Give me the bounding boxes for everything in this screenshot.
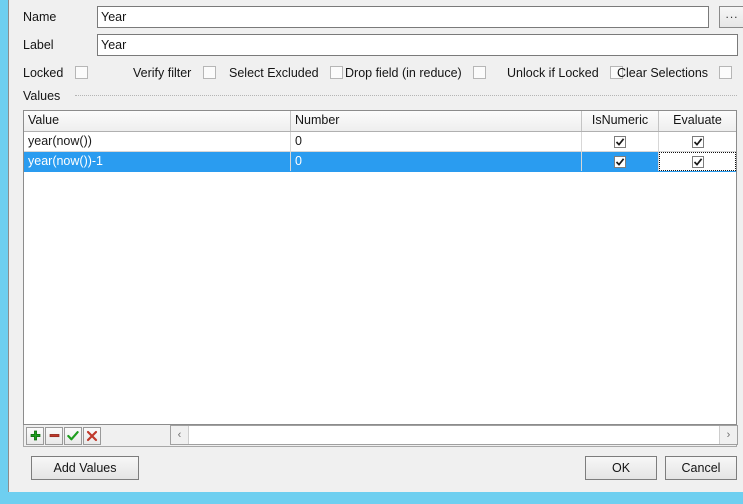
flag-unlock-if-locked-label: Unlock if Locked <box>507 66 599 80</box>
cell-value[interactable]: year(now()) <box>24 132 291 151</box>
window-bottom-accent-border <box>0 492 743 504</box>
add-row-button[interactable] <box>26 426 44 445</box>
window-left-accent-border <box>0 0 8 504</box>
cell-isnumeric[interactable] <box>582 132 659 151</box>
values-grid-toolbar: ‹ › <box>23 425 738 447</box>
cell-number[interactable]: 0 <box>291 132 582 151</box>
checkbox-checked-icon[interactable] <box>614 155 626 168</box>
checkbox-checked-icon[interactable] <box>614 135 626 148</box>
values-group-title: Values <box>23 89 61 103</box>
flag-clear-selections-checkbox[interactable] <box>719 65 733 79</box>
values-grid-empty-area[interactable] <box>24 172 736 424</box>
reject-button[interactable] <box>83 426 101 445</box>
flag-select-excluded[interactable]: Select Excluded <box>229 62 343 84</box>
column-header-isnumeric[interactable]: IsNumeric <box>582 111 659 131</box>
flag-select-excluded-checkbox[interactable] <box>329 65 343 79</box>
flag-locked[interactable]: Locked <box>23 62 88 84</box>
cell-value[interactable]: year(now())-1 <box>24 152 291 171</box>
name-input[interactable] <box>97 6 709 28</box>
cell-evaluate[interactable] <box>659 132 736 151</box>
variable-properties-dialog: Name ... Label Locked Verify filter Sele… <box>0 0 743 504</box>
flag-unlock-if-locked[interactable]: Unlock if Locked <box>507 62 624 84</box>
flag-drop-field-in-reduce-checkbox[interactable] <box>473 65 487 79</box>
values-grid[interactable]: Value Number IsNumeric Evaluate year(now… <box>23 110 737 425</box>
cell-isnumeric[interactable] <box>582 152 659 171</box>
flag-verify-filter-checkbox[interactable] <box>202 65 216 79</box>
column-header-evaluate[interactable]: Evaluate <box>659 111 736 131</box>
flag-locked-label: Locked <box>23 66 64 80</box>
cancel-button[interactable]: Cancel <box>665 456 737 480</box>
label-label: Label <box>23 38 54 52</box>
checkbox-checked-icon[interactable] <box>691 155 704 168</box>
scroll-right-arrow-icon[interactable]: › <box>720 426 737 444</box>
remove-row-button[interactable] <box>45 426 63 445</box>
name-browse-button[interactable]: ... <box>719 6 743 28</box>
flag-drop-field-in-reduce[interactable]: Drop field (in reduce) <box>345 62 487 84</box>
values-grid-header: Value Number IsNumeric Evaluate <box>24 111 736 132</box>
flag-verify-filter[interactable]: Verify filter <box>133 62 216 84</box>
flags-row: Locked Verify filter Select Excluded Dro… <box>23 62 738 84</box>
scrollbar-track[interactable] <box>188 426 720 444</box>
flag-locked-checkbox[interactable] <box>74 65 88 79</box>
table-row[interactable]: year(now()) 0 <box>24 132 736 152</box>
name-label: Name <box>23 10 57 24</box>
scroll-left-arrow-icon[interactable]: ‹ <box>171 426 188 444</box>
column-header-number[interactable]: Number <box>291 111 582 131</box>
checkbox-checked-icon[interactable] <box>691 135 704 148</box>
add-values-button[interactable]: Add Values <box>31 456 139 480</box>
label-row: Label <box>23 34 738 56</box>
accept-button[interactable] <box>64 426 82 445</box>
cell-number[interactable]: 0 <box>291 152 582 171</box>
cell-evaluate[interactable] <box>659 152 736 171</box>
name-row: Name ... <box>23 6 743 28</box>
column-header-value[interactable]: Value <box>24 111 291 131</box>
dialog-client-area: Name ... Label Locked Verify filter Sele… <box>8 0 743 492</box>
values-grid-horizontal-scrollbar[interactable]: ‹ › <box>170 425 738 445</box>
flag-verify-filter-label: Verify filter <box>133 66 192 80</box>
flag-clear-selections-label: Clear Selections <box>617 66 709 80</box>
ok-button[interactable]: OK <box>585 456 657 480</box>
flag-select-excluded-label: Select Excluded <box>229 66 319 80</box>
label-input[interactable] <box>97 34 738 56</box>
table-row[interactable]: year(now())-1 0 <box>24 152 736 172</box>
flag-drop-field-in-reduce-label: Drop field (in reduce) <box>345 66 462 80</box>
flag-clear-selections[interactable]: Clear Selections <box>617 62 733 84</box>
values-group-divider <box>75 95 737 97</box>
